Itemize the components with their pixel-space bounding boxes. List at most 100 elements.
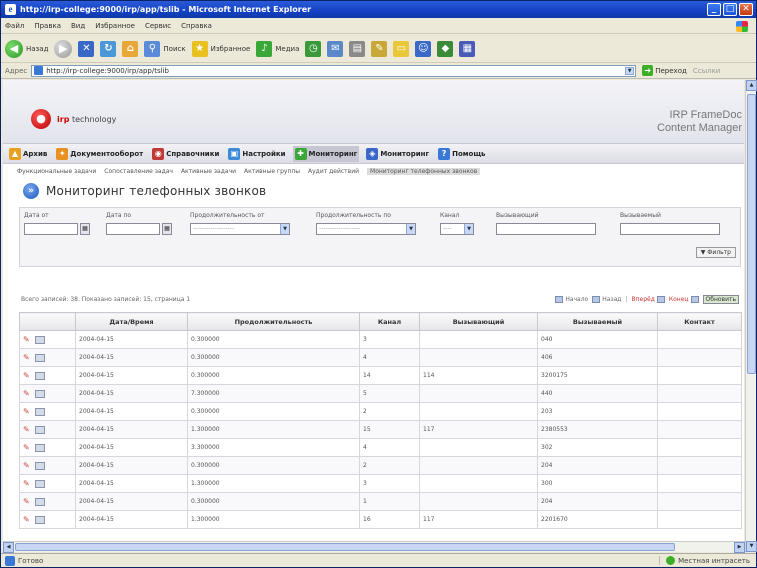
- menu-tools[interactable]: Сервис: [145, 22, 171, 30]
- nav-monitoring[interactable]: ✚ Мониторинг: [292, 145, 360, 162]
- col-datetime[interactable]: Дата/Время: [75, 312, 188, 331]
- favorites-button[interactable]: ★ Избранное: [191, 40, 250, 57]
- row-actions: ✎: [19, 510, 76, 529]
- edit-record-icon[interactable]: ✎: [23, 335, 32, 344]
- col-callee[interactable]: Вызываемый: [537, 312, 658, 331]
- view-record-icon[interactable]: [35, 425, 45, 434]
- col-contact[interactable]: Контакт: [657, 312, 742, 331]
- view-record-icon[interactable]: [35, 497, 45, 506]
- subnav-task-mapping[interactable]: Сопоставление задач: [104, 168, 173, 175]
- edit-record-icon[interactable]: ✎: [23, 461, 32, 470]
- refresh-button[interactable]: Обновить: [702, 295, 739, 304]
- go-button[interactable]: ➔ Переход: [642, 65, 687, 76]
- view-record-icon[interactable]: [35, 335, 45, 344]
- date-from-input[interactable]: [24, 223, 78, 235]
- nav-monitor[interactable]: ◈ Мониторинг: [364, 146, 431, 162]
- subnav-audit[interactable]: Аудит действий: [308, 168, 359, 175]
- media-button[interactable]: ♪ Медиа: [256, 40, 299, 57]
- menu-help[interactable]: Справка: [181, 22, 212, 30]
- edit-record-icon[interactable]: ✎: [23, 515, 32, 524]
- search-button[interactable]: ⚲ Поиск: [144, 40, 186, 57]
- scroll-left-icon[interactable]: ◀: [3, 542, 14, 553]
- scroll-down-icon[interactable]: ▼: [746, 541, 757, 552]
- col-duration[interactable]: Продолжительность: [187, 312, 360, 331]
- maximize-button[interactable]: □: [723, 3, 737, 16]
- close-button[interactable]: ✕: [739, 3, 753, 16]
- nav-settings[interactable]: ▣ Настройки: [226, 146, 287, 162]
- links-button[interactable]: Ссылки: [693, 67, 721, 75]
- refresh-icon[interactable]: ↻: [100, 40, 117, 57]
- history-icon[interactable]: ◷: [305, 40, 322, 57]
- subnav-functional-tasks[interactable]: Функциональные задачи: [17, 168, 96, 175]
- nav-archive[interactable]: ▲ Архив: [7, 146, 49, 162]
- stop-icon[interactable]: ✕: [78, 40, 95, 57]
- view-record-icon[interactable]: [35, 515, 45, 524]
- minimize-button[interactable]: _: [707, 3, 721, 16]
- subnav-call-monitoring[interactable]: Мониторинг телефонных звонков: [367, 167, 481, 175]
- menu-file[interactable]: Файл: [5, 22, 24, 30]
- cell-caller: [419, 402, 538, 421]
- scroll-thumb[interactable]: [15, 543, 675, 551]
- view-record-icon[interactable]: [35, 407, 45, 416]
- messenger-icon[interactable]: ☺: [415, 40, 432, 57]
- subnav-active-tasks[interactable]: Активные задачи: [181, 168, 236, 175]
- view-record-icon[interactable]: [35, 443, 45, 452]
- nav-workflow[interactable]: ✦ Документооборот: [54, 146, 145, 162]
- print-icon[interactable]: ▤: [349, 40, 366, 57]
- view-record-icon[interactable]: [35, 353, 45, 362]
- star-icon: ★: [191, 40, 208, 57]
- vertical-scrollbar[interactable]: ▲ ▼: [745, 80, 757, 552]
- menu-edit[interactable]: Правка: [34, 22, 61, 30]
- pager-prev[interactable]: Назад: [592, 296, 621, 303]
- edit-record-icon[interactable]: ✎: [23, 443, 32, 452]
- forward-button[interactable]: ▶: [54, 39, 73, 58]
- folder-icon[interactable]: ▭: [393, 40, 410, 57]
- view-record-icon[interactable]: [35, 389, 45, 398]
- edit-record-icon[interactable]: ✎: [23, 353, 32, 362]
- address-dropdown-icon[interactable]: ▼: [625, 66, 635, 75]
- calendar-icon[interactable]: ▦: [80, 223, 90, 235]
- view-record-icon[interactable]: [35, 479, 45, 488]
- nav-help[interactable]: ? Помощь: [436, 146, 487, 162]
- scroll-thumb[interactable]: [747, 94, 756, 374]
- menu-view[interactable]: Вид: [71, 22, 85, 30]
- edit-record-icon[interactable]: ✎: [23, 425, 32, 434]
- cell-callee: 040: [537, 330, 658, 349]
- calendar-icon[interactable]: ▦: [162, 223, 172, 235]
- channel-select[interactable]: ---- ▼: [440, 223, 474, 235]
- cell-caller: [419, 456, 538, 475]
- edit-record-icon[interactable]: ✎: [23, 407, 32, 416]
- col-channel[interactable]: Канал: [359, 312, 420, 331]
- edit-record-icon[interactable]: ✎: [23, 479, 32, 488]
- edit-icon[interactable]: ✎: [371, 40, 388, 57]
- edit-record-icon[interactable]: ✎: [23, 371, 32, 380]
- discuss-icon[interactable]: ▦: [459, 40, 476, 57]
- nav-directories[interactable]: ◉ Справочники: [150, 146, 221, 162]
- edit-record-icon[interactable]: ✎: [23, 389, 32, 398]
- duration-from-select[interactable]: ------------------- ▼: [190, 223, 290, 235]
- pager-next[interactable]: Вперёд: [631, 296, 665, 303]
- mail-icon[interactable]: ✉: [327, 40, 344, 57]
- scroll-right-icon[interactable]: ▶: [734, 542, 745, 553]
- caller-input[interactable]: [496, 223, 596, 235]
- research-icon[interactable]: ◆: [437, 40, 454, 57]
- duration-to-select[interactable]: ------------------- ▼: [316, 223, 416, 235]
- pager-last[interactable]: Конец: [669, 296, 699, 303]
- edit-record-icon[interactable]: ✎: [23, 497, 32, 506]
- home-icon[interactable]: ⌂: [122, 40, 139, 57]
- subnav-active-groups[interactable]: Активные группы: [244, 168, 300, 175]
- address-input[interactable]: http://irp-college:9000/irp/app/tslib ▼: [31, 64, 637, 77]
- callee-input[interactable]: [620, 223, 720, 235]
- filter-button[interactable]: ▼ Фильтр: [695, 247, 736, 258]
- date-to-input[interactable]: [106, 223, 160, 235]
- cell-caller: 114: [419, 366, 538, 385]
- scroll-up-icon[interactable]: ▲: [746, 80, 757, 91]
- view-record-icon[interactable]: [35, 371, 45, 380]
- cell-contact: [657, 456, 742, 475]
- view-record-icon[interactable]: [35, 461, 45, 470]
- horizontal-scrollbar[interactable]: ◀ ▶: [3, 541, 745, 553]
- col-caller[interactable]: Вызывающий: [419, 312, 538, 331]
- back-button[interactable]: ◀ Назад: [5, 39, 48, 58]
- menu-favorites[interactable]: Избранное: [95, 22, 135, 30]
- pager-first[interactable]: Начало: [555, 296, 588, 303]
